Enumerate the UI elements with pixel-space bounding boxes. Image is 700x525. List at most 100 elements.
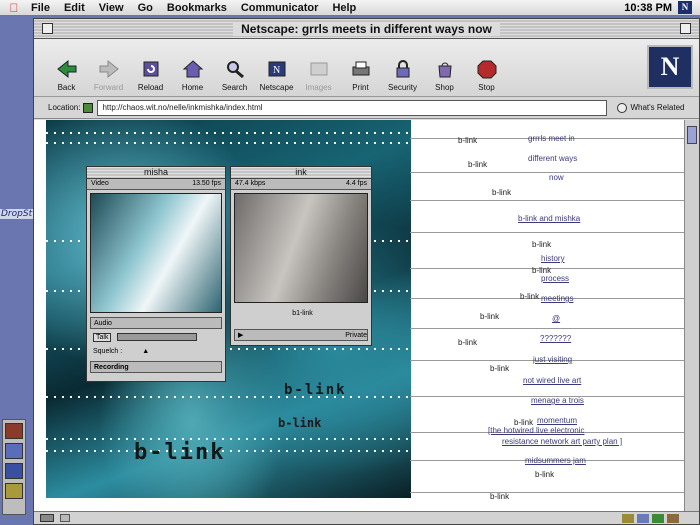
play-icon[interactable]: ▶ [238, 331, 243, 339]
whats-related-label: What's Related [630, 103, 685, 112]
divider-line [410, 328, 685, 329]
browser-window: Netscape: grrls meets in different ways … [33, 18, 700, 525]
nav-link-hotwired-plan[interactable]: [the hotwired live electronic [488, 426, 585, 435]
blink-label: b-link [492, 188, 512, 197]
cuseeme-ink-window: ink 47.4 kbps 4.4 fps b1-link ▶ Private [230, 166, 372, 346]
recording-bar[interactable]: Recording [90, 361, 222, 373]
nav-link-menage-a-trois[interactable]: menage a trois [531, 396, 584, 405]
app-switcher-icon[interactable] [5, 483, 23, 499]
dotted-line [46, 450, 411, 452]
audio-bar[interactable]: Audio [90, 317, 222, 329]
nav-link-history[interactable]: history [541, 254, 565, 263]
svg-text:N: N [273, 65, 280, 76]
kbps-readout: 47.4 kbps [235, 180, 266, 187]
page-proxy-icon[interactable] [83, 102, 94, 113]
location-label: Location: [48, 103, 81, 112]
nav-link-momentum[interactable]: momentum [537, 416, 577, 425]
ink-video-feed [234, 193, 368, 303]
blink-label: b-link [532, 240, 552, 249]
menu-file[interactable]: File [24, 2, 57, 14]
forward-label: Forward [93, 83, 124, 92]
images-label: Images [305, 83, 332, 92]
nav-link-meetings[interactable]: meetings [541, 294, 573, 303]
zoom-box-icon[interactable] [680, 23, 691, 34]
application-menu-icon[interactable]: N [678, 1, 692, 14]
menu-clock[interactable]: 10:38 PM [624, 2, 672, 14]
app-switcher-icon[interactable] [5, 463, 23, 479]
menu-help[interactable]: Help [325, 2, 363, 14]
desktop-dropstuff-label[interactable]: DropSt [0, 209, 34, 219]
reload-label: Reload [137, 83, 164, 92]
talk-button[interactable]: Talk [93, 332, 112, 342]
menu-bookmarks[interactable]: Bookmarks [160, 2, 234, 14]
private-toggle[interactable]: Private [345, 332, 367, 339]
location-url-input[interactable]: http://chaos.wit.no/nelle/inkmishka/inde… [97, 99, 608, 116]
nav-link-midsummers-jam[interactable]: midsummers jam [525, 456, 586, 465]
whats-related-button[interactable]: What's Related [617, 102, 685, 113]
forward-arrow-icon [97, 58, 121, 80]
security-button[interactable]: Security [382, 58, 423, 92]
window-titlebar[interactable]: Netscape: grrls meets in different ways … [34, 19, 699, 39]
menu-view[interactable]: View [92, 2, 131, 14]
nav-link-at[interactable]: @ [552, 314, 560, 323]
stop-label: Stop [478, 83, 495, 92]
forward-button[interactable]: Forward [88, 58, 129, 92]
navigation-links-column: b-link b-link b-link b-link b-link b-lin… [410, 120, 685, 512]
intro-text: different ways [528, 154, 578, 163]
search-button[interactable]: Search [214, 58, 255, 92]
scrollbar-thumb[interactable] [687, 126, 697, 144]
nav-link-question-marks[interactable]: ??????? [540, 334, 571, 343]
back-button[interactable]: Back [46, 58, 87, 92]
divider-line [410, 172, 685, 173]
menu-communicator[interactable]: Communicator [234, 2, 326, 14]
app-switcher-icon[interactable] [5, 443, 23, 459]
divider-line [410, 232, 685, 233]
intro-text: now [549, 173, 564, 182]
stop-button[interactable]: Stop [466, 58, 507, 92]
mail-icon[interactable] [637, 513, 649, 523]
video-info-bar[interactable]: 47.4 kbps 4.4 fps [231, 179, 371, 190]
close-box-icon[interactable] [42, 23, 53, 34]
navigator-icon[interactable] [622, 513, 634, 523]
shop-button[interactable]: Shop [424, 58, 465, 92]
menu-go[interactable]: Go [131, 2, 160, 14]
netscape-button[interactable]: N Netscape [256, 58, 297, 92]
squelch-slider-icon[interactable]: ▲ [142, 348, 149, 355]
blink-label: b-link [468, 160, 488, 169]
dotted-line [46, 438, 411, 440]
reload-button[interactable]: Reload [130, 58, 171, 92]
divider-line [410, 200, 685, 201]
cuseeme-window-title[interactable]: misha [87, 167, 225, 179]
print-button[interactable]: Print [340, 58, 381, 92]
whats-related-icon [617, 102, 628, 113]
nav-link-just-visiting[interactable]: just visiting [533, 355, 572, 364]
home-button[interactable]: Home [172, 58, 213, 92]
divider-line [410, 492, 685, 493]
fps-readout: 13.50 fps [192, 180, 221, 187]
app-switcher-icon[interactable] [5, 423, 23, 439]
menu-edit[interactable]: Edit [57, 2, 92, 14]
apple-menu-icon[interactable]:  [4, 1, 24, 15]
nav-link-hotwired-plan[interactable]: resistance network art party plan ] [502, 437, 622, 446]
nav-link-not-wired-live-art[interactable]: not wired live art [523, 376, 581, 385]
images-button[interactable]: Images [298, 58, 339, 92]
volume-slider[interactable] [117, 333, 198, 341]
composer-icon[interactable] [652, 513, 664, 523]
nav-link-process[interactable]: process [541, 274, 569, 283]
nav-link-b-link-and-mishka[interactable]: b-link and mishka [518, 214, 580, 223]
fps-readout: 4.4 fps [345, 180, 367, 187]
home-icon [181, 58, 205, 80]
stop-icon [475, 58, 499, 80]
blink-label: b-link [458, 136, 478, 145]
netscape-logo-icon[interactable]: N [647, 45, 693, 89]
images-icon [307, 58, 331, 80]
video-info-bar[interactable]: Video 13.50 fps [87, 179, 225, 190]
cuseeme-window-title[interactable]: ink [231, 167, 371, 179]
netscape-label: Netscape [259, 83, 294, 92]
misha-video-feed [90, 193, 222, 313]
vertical-scrollbar[interactable] [684, 120, 699, 512]
security-status-icon[interactable] [40, 514, 54, 522]
location-bar: Location: http://chaos.wit.no/nelle/inkm… [34, 97, 699, 119]
address-book-icon[interactable] [667, 513, 679, 523]
netscape-icon: N [265, 58, 289, 80]
